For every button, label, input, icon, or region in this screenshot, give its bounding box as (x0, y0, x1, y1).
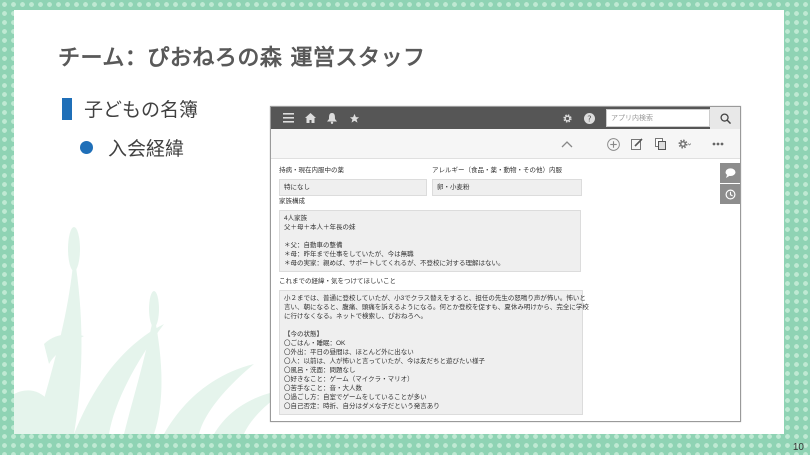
app-screenshot: ? アプリ内検索 持病・現在内服中の薬 特になし アレルギー（食品・薬・動物・そ… (270, 106, 741, 422)
bell-icon[interactable] (321, 107, 343, 129)
bullet-children-list: 子どもの名簿 (62, 95, 198, 122)
text-line: ＊父：自動車の整備 (284, 242, 343, 249)
text-line: ＊母の実家：親めば、サポートしてくれるが、不登校に対する理解はない。 (284, 260, 505, 267)
gear-icon[interactable] (676, 136, 692, 152)
text-line: 〇ごはん・睡眠：OK (284, 340, 346, 347)
header-right: ? アプリ内検索 (556, 107, 740, 129)
field-value[interactable]: 特になし (279, 179, 427, 196)
text-line: 〇外出：平日の昼間は、ほとんど外に出ない (284, 349, 414, 356)
field-label: これまでの経緯・気をつけてほしいこと (279, 278, 396, 285)
text-line: 〇人：以前は、人が怖いと言っていたが、今は友だちと遊びたい様子 (284, 358, 486, 365)
text-line: 〇好きなこと：ゲーム（マイクラ・マリオ） (284, 376, 414, 383)
field-label: 家族構成 (279, 198, 305, 205)
field-history: これまでの経緯・気をつけてほしいこと 小２までは、普通に登校していたが、小3でク… (279, 278, 589, 415)
field-value[interactable]: 小２までは、普通に登校していたが、小3でクラス替えをすると、担任の先生の怒鳴り声… (279, 290, 589, 415)
bullet-join-history: 入会経緯 (80, 134, 184, 161)
text-line: に行けなくなる。ネットで検索し、ぴおねろへ。 (284, 313, 427, 320)
text-line: 父＋母＋本人＋年長の妹 (284, 224, 356, 231)
text-line: 〇自己否定：時折、自分はダメな子だという発言あり (284, 403, 440, 410)
text-line: ＊母：昨年まで仕事をしていたが、今は無職 (284, 251, 414, 258)
text-line: 〇苦手なこと：音・大人数 (284, 385, 362, 392)
text-line: 【今の状態】 (284, 331, 323, 338)
text-line: 〇風呂・洗面：問題なし (284, 367, 356, 374)
bullet-text: 子どもの名簿 (84, 99, 199, 121)
text-line: 小２までは、普通に登校していたが、小3でクラス替えをすると、担任の先生の怒鳴り声… (284, 295, 586, 302)
text-line: 4人家族 (284, 215, 308, 222)
help-icon[interactable]: ? (578, 107, 600, 129)
plus-icon[interactable] (605, 136, 621, 152)
search-icon (719, 112, 731, 124)
app-header: ? アプリ内検索 (271, 107, 740, 129)
text-line (284, 321, 578, 330)
star-icon[interactable] (343, 107, 365, 129)
side-tabs (720, 163, 740, 205)
bullet-bar (62, 97, 72, 120)
slide: チーム：ぴおねろの森 運営スタッフ 子どもの名簿 入会経緯 ? アプリ内検索 持… (14, 10, 784, 434)
bullet-text: 入会経緯 (108, 138, 185, 160)
field-illness: 持病・現在内服中の薬 特になし (279, 167, 427, 196)
field-label: アレルギー（食品・薬・動物・その他）内服 (432, 167, 562, 174)
field-label: 持病・現在内服中の薬 (279, 167, 344, 174)
menu-icon[interactable] (277, 107, 299, 129)
history-icon[interactable] (720, 184, 740, 204)
copy-icon[interactable] (652, 136, 668, 152)
text-line: 言い、朝になると、腹痛、頭痛を訴えるようになる。何とか登校を促すも、夏休み明けか… (284, 304, 589, 311)
gear-icon[interactable] (556, 107, 578, 129)
field-family: 家族構成 4人家族 父＋母＋本人＋年長の妹 ＊父：自動車の整備 ＊母：昨年まで仕… (279, 198, 581, 272)
bullet-dot (80, 141, 93, 154)
comment-icon[interactable] (720, 163, 740, 183)
text-line (284, 232, 576, 241)
chevron-up-icon[interactable] (559, 136, 575, 152)
search-button[interactable] (710, 107, 740, 129)
page-number: 10 (792, 442, 804, 453)
field-value[interactable]: 卵・小麦粉 (432, 179, 582, 196)
record-toolbar (271, 129, 740, 159)
text-line: 〇過ごし方：自室でゲームをしていることが多い (284, 394, 427, 401)
field-value[interactable]: 4人家族 父＋母＋本人＋年長の妹 ＊父：自動車の整備 ＊母：昨年まで仕事をしてい… (279, 210, 581, 272)
field-allergy: アレルギー（食品・薬・動物・その他）内服 卵・小麦粉 (432, 167, 582, 196)
slide-title: チーム：ぴおねろの森 運営スタッフ (58, 46, 426, 71)
more-icon[interactable] (710, 136, 726, 152)
edit-icon[interactable] (629, 136, 645, 152)
search-input[interactable]: アプリ内検索 (606, 109, 710, 127)
home-icon[interactable] (299, 107, 321, 129)
svg-text:?: ? (587, 113, 591, 123)
